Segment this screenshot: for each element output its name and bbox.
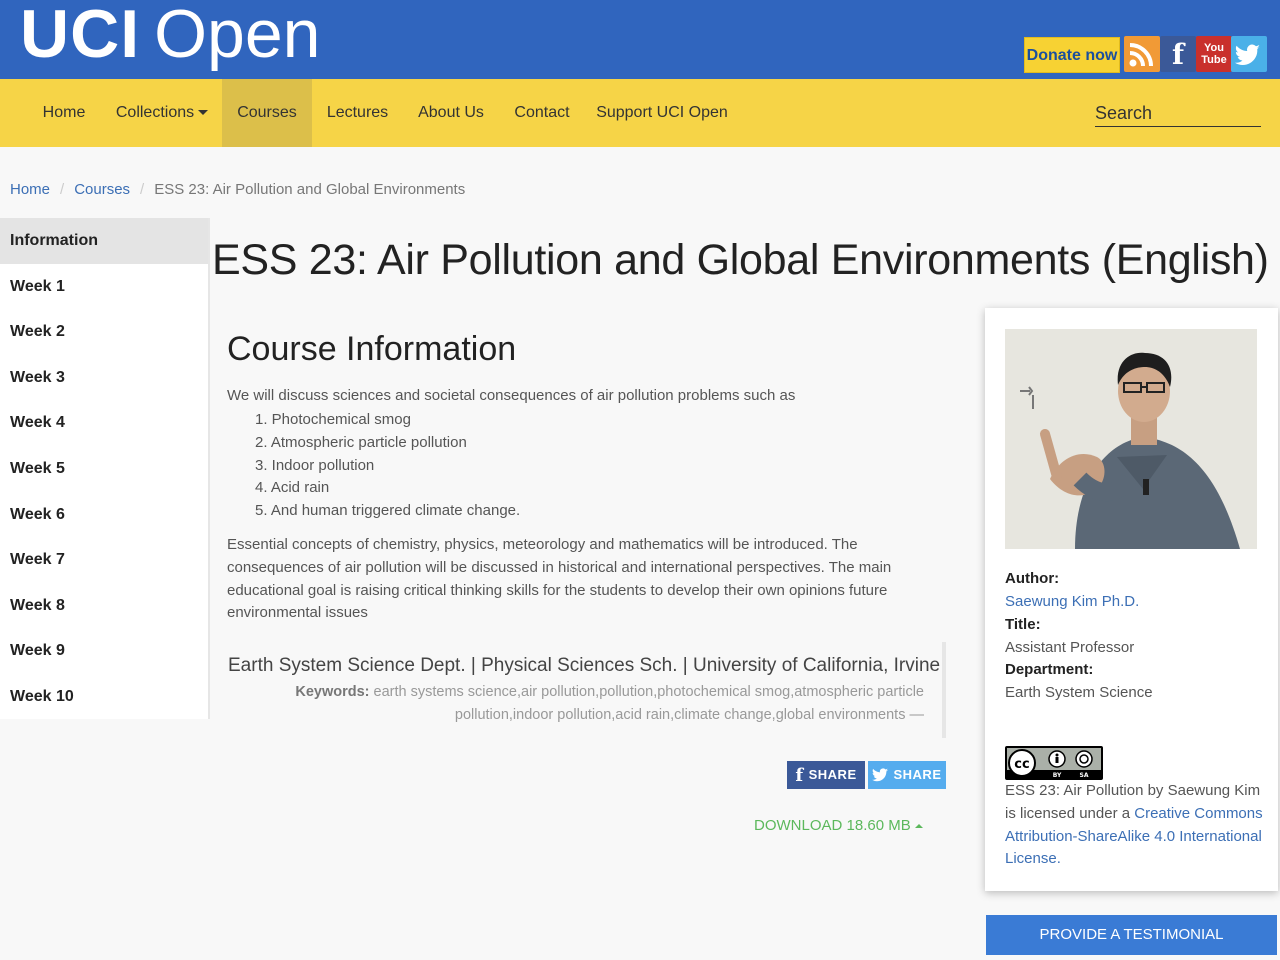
top-header: UCI Open Donate now f You Tube [0, 0, 1280, 79]
course-sidebar: Information Week 1 Week 2 Week 3 Week 4 … [0, 218, 210, 719]
keywords: Keywords: earth systems science,air poll… [228, 681, 924, 727]
facebook-icon: f [795, 765, 804, 786]
department-label: Department: [1005, 661, 1094, 678]
topic-list: 1. Photochemical smog 2. Atmospheric par… [255, 409, 520, 523]
logo-uci-text: UCI [20, 0, 141, 72]
nav-home[interactable]: Home [26, 79, 102, 147]
sidebar-item-week-1[interactable]: Week 1 [0, 264, 208, 310]
sidebar-item-week-10[interactable]: Week 10 [0, 674, 208, 720]
list-item: 4. Acid rain [255, 479, 330, 497]
share-label: SHARE [893, 767, 942, 782]
nav-collections-label: Collections [115, 104, 195, 121]
rss-icon[interactable] [1124, 36, 1160, 72]
nav-collections[interactable]: Collections [102, 79, 222, 147]
nav-support[interactable]: Support UCI Open [585, 79, 739, 147]
sidebar-item-information[interactable]: Information [0, 218, 208, 264]
nav-courses[interactable]: Courses [222, 79, 312, 147]
department-line: Earth System Science Dept. | Physical Sc… [228, 655, 941, 676]
sidebar-item-week-8[interactable]: Week 8 [0, 583, 208, 629]
keywords-value: earth systems science,air pollution,poll… [373, 684, 924, 723]
caret-down-icon [198, 110, 209, 116]
breadcrumb: Home / Courses / ESS 23: Air Pollution and G… [10, 181, 465, 198]
author-label: Author: [1005, 570, 1060, 587]
download-link[interactable]: DOWNLOAD 18.60 MB [754, 817, 923, 834]
author-link[interactable]: Saewung Kim Ph.D. [1005, 593, 1139, 610]
list-item: 3. Indoor pollution [255, 456, 375, 474]
breadcrumb-separator: / [60, 181, 65, 198]
twitter-icon[interactable] [1231, 36, 1267, 72]
caret-up-icon [914, 824, 923, 829]
cc-license-badge[interactable]: cc BY SA [1005, 746, 1103, 780]
sidebar-item-week-2[interactable]: Week 2 [0, 309, 208, 355]
section-title: Course Information [227, 330, 517, 368]
facebook-icon[interactable]: f [1160, 36, 1196, 72]
twitter-bird-icon [872, 765, 889, 786]
donate-button[interactable]: Donate now [1024, 37, 1120, 73]
title-label: Title: [1005, 616, 1041, 633]
license-period: . [1056, 850, 1061, 868]
sidebar-item-week-6[interactable]: Week 6 [0, 492, 208, 538]
instructor-card: Author: Saewung Kim Ph.D. Title: Assista… [985, 308, 1278, 891]
list-item: 5. And human triggered climate change. [255, 502, 521, 520]
search-input[interactable] [1095, 101, 1261, 127]
share-label: SHARE [808, 767, 857, 782]
instructor-photo [1005, 329, 1257, 549]
sidebar-item-week-9[interactable]: Week 9 [0, 628, 208, 674]
download-label: DOWNLOAD 18.60 MB [754, 817, 911, 834]
youtube-icon[interactable]: You Tube [1196, 36, 1232, 72]
license-text: ESS 23: Air Pollution by Saewung Kim is … [1005, 780, 1263, 871]
nav-contact[interactable]: Contact [499, 79, 585, 147]
keywords-label: Keywords: [295, 684, 370, 700]
breadcrumb-courses[interactable]: Courses [74, 181, 130, 198]
sidebar-item-week-7[interactable]: Week 7 [0, 537, 208, 583]
breadcrumb-current: ESS 23: Air Pollution and Global Environ… [154, 181, 466, 198]
sidebar-item-week-3[interactable]: Week 3 [0, 355, 208, 401]
breadcrumb-separator: / [140, 181, 145, 198]
nav-about-us[interactable]: About Us [403, 79, 499, 147]
twitter-share-button[interactable]: SHARE [868, 761, 946, 789]
list-item: 1. Photochemical smog [255, 411, 411, 428]
instructor-title: Assistant Professor [1005, 639, 1135, 656]
instructor-department: Earth System Science [1005, 684, 1153, 701]
cc-sa-text: SA [1080, 772, 1089, 778]
list-item: 2. Atmospheric particle pollution [255, 433, 467, 451]
uci-open-logo[interactable]: UCI Open [20, 0, 320, 74]
course-description: Essential concepts of chemistry, physics… [227, 536, 892, 622]
logo-open-text: Open [154, 0, 321, 72]
nav-lectures[interactable]: Lectures [312, 79, 403, 147]
sidebar-item-week-5[interactable]: Week 5 [0, 446, 208, 492]
breadcrumb-home[interactable]: Home [10, 181, 50, 198]
cc-by-text: BY [1053, 772, 1062, 778]
facebook-share-button[interactable]: f SHARE [787, 761, 865, 789]
youtube-bottom-text: Tube [1201, 54, 1227, 66]
svg-text:cc: cc [1014, 757, 1029, 772]
main-nav: Home Collections Courses Lectures About … [0, 79, 1280, 147]
youtube-top-text: You [1204, 42, 1224, 54]
provide-testimonial-button[interactable]: PROVIDE A TESTIMONIAL [986, 915, 1277, 955]
course-meta-quote: Earth System Science Dept. | Physical Sc… [228, 642, 946, 738]
page-title: ESS 23: Air Pollution and Global Environ… [212, 236, 1269, 284]
course-intro: We will discuss sciences and societal co… [227, 387, 796, 404]
sidebar-item-week-4[interactable]: Week 4 [0, 400, 208, 446]
